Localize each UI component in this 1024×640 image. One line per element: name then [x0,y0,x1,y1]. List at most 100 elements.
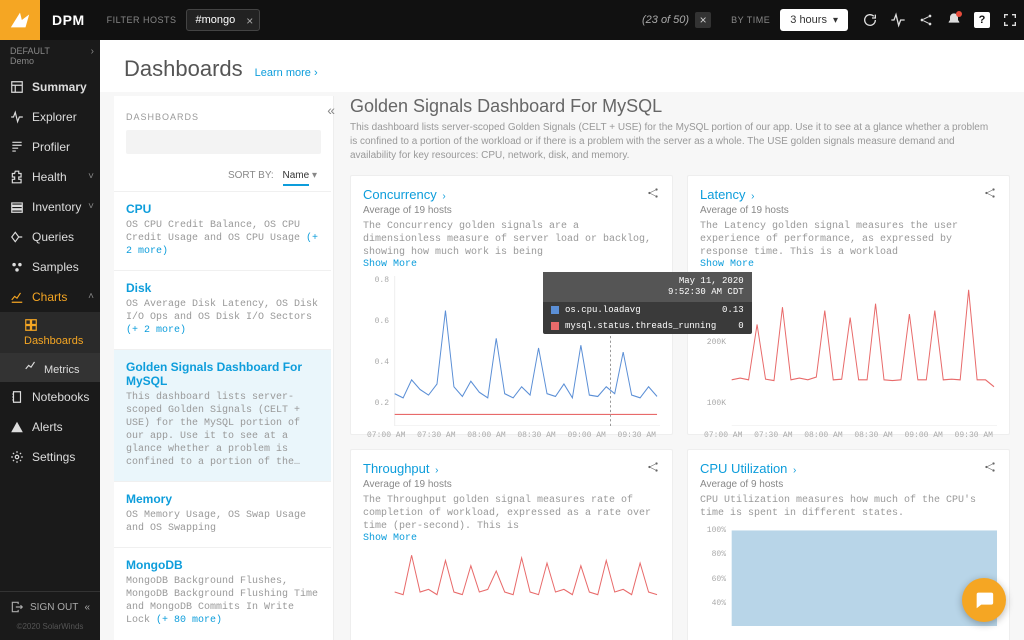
card-title-link[interactable]: Latency › [700,187,755,202]
collapse-panel-button[interactable]: « [327,102,335,118]
card-title-link[interactable]: CPU Utilization › [700,461,796,476]
sort-by-label: SORT BY: [228,170,274,181]
clear-filter-button[interactable]: × [695,12,711,28]
sidebar-item-charts[interactable]: Charts˄ [0,282,100,312]
dashboard-item-title: CPU [126,202,319,216]
dashboard-list-item[interactable]: Golden Signals Dashboard For MySQLThis d… [114,349,331,481]
card-share-button[interactable] [646,186,660,203]
card-subtitle: Average of 19 hosts [363,205,660,216]
show-more-link[interactable]: Show More [700,259,997,270]
sidebar-item-inventory[interactable]: Inventory˅ [0,192,100,222]
sidebar-item-health[interactable]: Health˅ [0,162,100,192]
throughput-card: Throughput › Average of 19 hosts The Thr… [350,449,673,640]
chat-icon [973,589,995,611]
card-title-link[interactable]: Throughput › [363,461,438,476]
share-button[interactable] [912,0,940,40]
more-link[interactable]: (+ 2 more) [126,233,318,257]
cpu-chart[interactable]: 100%80%60%40% [700,526,997,626]
page-header: Dashboards Learn more › [100,40,1024,92]
chevron-down-icon: ▾ [833,15,838,26]
chevron-down-icon: ˅ [88,171,94,182]
org-selector[interactable]: DEFAULT Demo › [0,40,100,72]
sidebar-item-explorer[interactable]: Explorer [0,102,100,132]
more-link[interactable]: (+ 80 more) [156,615,222,626]
sidebar-item-queries[interactable]: Queries [0,222,100,252]
profiler-icon [10,140,24,154]
dashboard-list-item[interactable]: DiskOS Average Disk Latency, OS Disk I/O… [114,270,331,349]
chevron-right-icon: › [435,465,438,476]
show-more-link[interactable]: Show More [363,533,660,544]
dashboards-icon [24,318,38,332]
dashboard-item-desc: OS Memory Usage, OS Swap Usage and OS Sw… [126,509,319,535]
card-description: CPU Utilization measures how much of the… [700,494,997,520]
filter-hosts-label: FILTER HOSTS [97,15,187,25]
concurrency-chart[interactable]: 0.80.60.40.2 07:00 AM07:30 AM08:00 AM08:… [363,276,660,426]
notifications-button[interactable] [940,0,968,40]
share-icon [646,186,660,200]
chat-fab[interactable] [962,578,1006,622]
card-share-button[interactable] [646,460,660,477]
health-icon [10,170,24,184]
sidebar-item-notebooks[interactable]: Notebooks [0,382,100,412]
chevron-down-icon: ˅ [88,201,94,212]
chevron-down-icon: ▾ [312,170,317,181]
dashboard-list-item[interactable]: MemoryOS Memory Usage, OS Swap Usage and… [114,481,331,547]
chevron-right-icon: › [793,465,796,476]
charts-icon [10,290,24,304]
card-description: The Concurrency golden signals are a dim… [363,220,660,259]
sidebar-sub-metrics[interactable]: Metrics [0,353,100,382]
card-share-button[interactable] [983,186,997,203]
chevron-right-icon: › [751,191,754,202]
dashboard-item-desc: OS Average Disk Latency, OS Disk I/O Ops… [126,298,319,337]
sidebar-item-settings[interactable]: Settings [0,442,100,472]
solarwinds-icon [9,9,31,31]
dashboard-list-item[interactable]: MongoDBMongoDB Background Flushes, Mongo… [114,547,331,639]
time-range-select[interactable]: 3 hours ▾ [780,9,848,31]
share-icon [983,186,997,200]
org-name: DEFAULT [10,46,90,56]
chart-tooltip: May 11, 20209:52:30 AM CDT os.cpu.loadav… [543,272,752,334]
settings-icon [10,450,24,464]
card-subtitle: Average of 19 hosts [700,205,997,216]
samples-icon [10,260,24,274]
fullscreen-button[interactable] [996,0,1024,40]
dashboard-list[interactable]: CPU OS CPU Credit Balance, OS CPU Credit … [114,191,333,640]
learn-more-link[interactable]: Learn more › [255,67,318,79]
chevron-right-icon: › [442,191,445,202]
dashboards-panel: « DASHBOARDS SORT BY: Name ▾ CPU OS CPU C… [114,96,334,640]
sidebar-item-samples[interactable]: Samples [0,252,100,282]
dashboard-item-desc: OS CPU Credit Balance, OS CPU Credit Usa… [126,219,319,258]
help-button[interactable]: ? [968,0,996,40]
filter-tag-chip[interactable]: #mongo × [186,9,260,31]
close-icon[interactable]: × [246,14,253,28]
chevron-right-icon: › [91,46,94,57]
dashboard-title: Golden Signals Dashboard For MySQL [350,96,1010,117]
refresh-icon [862,12,878,28]
show-more-link[interactable]: Show More [363,259,660,270]
pulse-icon [890,12,906,28]
org-sub: Demo [10,56,90,66]
sidebar-item-profiler[interactable]: Profiler [0,132,100,162]
sort-by[interactable]: SORT BY: Name ▾ [114,166,333,191]
dashboard-search-input[interactable] [126,130,321,154]
dashboard-item-desc: MongoDB Background Flushes, MongoDB Back… [126,575,319,627]
more-link[interactable]: (+ 2 more) [126,325,186,336]
sign-out-button[interactable]: SIGN OUT « [10,600,90,618]
refresh-button[interactable] [856,0,884,40]
brand-logo[interactable] [0,0,40,40]
inventory-icon [10,200,24,214]
card-description: The Latency golden signal measures the u… [700,220,997,259]
sidebar-item-alerts[interactable]: Alerts [0,412,100,442]
card-title-link[interactable]: Concurrency › [363,187,446,202]
throughput-chart[interactable] [363,550,660,640]
copyright: ©2020 SolarWinds [10,618,90,632]
dashboard-list-item[interactable]: CPU OS CPU Credit Balance, OS CPU Credit … [114,191,331,270]
charts-area[interactable]: Golden Signals Dashboard For MySQL This … [334,88,1024,640]
sidebar-sub-dashboards[interactable]: Dashboards [0,312,100,353]
summary-icon [10,80,24,94]
streaming-button[interactable] [884,0,912,40]
dashboards-label: DASHBOARDS [114,106,333,130]
sidebar-item-summary[interactable]: Summary [0,72,100,102]
chevron-collapse-icon[interactable]: « [84,602,90,613]
card-share-button[interactable] [983,460,997,477]
